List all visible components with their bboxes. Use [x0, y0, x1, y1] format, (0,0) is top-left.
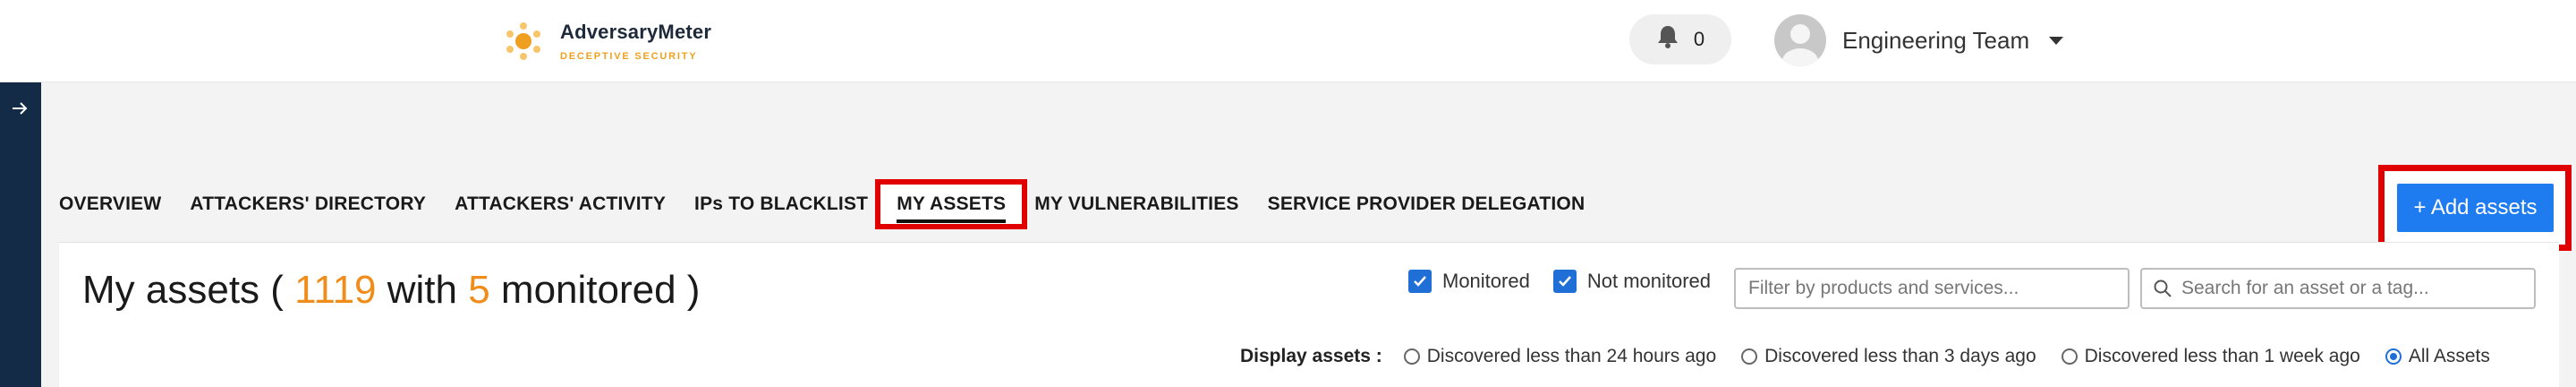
display-assets-filter: Display assets : Discovered less than 24…: [1240, 341, 2490, 372]
logo-mark-icon: [499, 17, 548, 65]
avatar-icon: [1774, 14, 1826, 66]
tab-overview[interactable]: OVERVIEW: [59, 194, 161, 215]
user-name: Engineering Team: [1842, 26, 2030, 54]
brand-tagline: DECEPTIVE SECURITY: [560, 51, 698, 62]
notifications-button[interactable]: 0: [1629, 14, 1731, 64]
tab-my-assets-label: MY ASSETS: [897, 194, 1007, 223]
radio-all-assets[interactable]: All Assets: [2385, 346, 2490, 367]
radio-label: All Assets: [2408, 346, 2490, 366]
radio-label: Discovered less than 1 week ago: [2084, 346, 2360, 366]
products-filter-input[interactable]: Filter by products and services...: [1734, 268, 2130, 309]
not-monitored-label: Not monitored: [1586, 270, 1712, 292]
radio-1-week[interactable]: Discovered less than 1 week ago: [2061, 346, 2360, 367]
radio-button: [1403, 348, 1420, 365]
check-icon: [1414, 276, 1426, 287]
monitored-checkbox[interactable]: [1408, 270, 1432, 293]
title-with: with: [376, 268, 469, 312]
side-rail: [0, 82, 41, 387]
radio-button-selected: [2385, 348, 2402, 365]
add-assets-highlight: + Add assets: [2378, 165, 2572, 251]
brand-name: AdversaryMeter: [560, 21, 712, 43]
bell-icon: [1656, 24, 1679, 55]
radio-24-hours[interactable]: Discovered less than 24 hours ago: [1403, 346, 1717, 367]
tab-attackers-activity[interactable]: ATTACKERS' ACTIVITY: [455, 194, 666, 215]
check-icon: [1558, 276, 1571, 287]
add-assets-button[interactable]: + Add assets: [2397, 184, 2554, 232]
total-assets-count: 1119: [294, 268, 377, 312]
notifications-count: 0: [1693, 28, 1705, 50]
tab-service-provider-delegation[interactable]: SERVICE PROVIDER DELEGATION: [1268, 194, 1586, 215]
monitored-label: Monitored: [1442, 270, 1530, 292]
title-suffix: monitored ): [489, 268, 701, 312]
monitored-count: 5: [468, 268, 490, 312]
monitoring-filters: Monitored Not monitored: [1408, 270, 1723, 293]
radio-label: Discovered less than 24 hours ago: [1426, 346, 1717, 366]
chevron-down-icon: [2049, 36, 2064, 45]
radio-button: [1741, 348, 1758, 365]
radio-button: [2061, 348, 2078, 365]
not-monitored-checkbox[interactable]: [1552, 270, 1577, 293]
tab-my-assets[interactable]: MY ASSETS: [875, 179, 1028, 229]
tab-attackers-directory[interactable]: ATTACKERS' DIRECTORY: [190, 194, 426, 215]
main-tabs: OVERVIEW ATTACKERS' DIRECTORY ATTACKERS'…: [59, 179, 1613, 229]
search-icon: [2154, 280, 2172, 297]
assets-panel: My assets ( 1119 with 5 monitored ) Moni…: [59, 242, 2559, 387]
asset-search-input[interactable]: Search for an asset or a tag...: [2140, 268, 2536, 309]
radio-label: Discovered less than 3 days ago: [1764, 346, 2036, 366]
brand-logo[interactable]: AdversaryMeter DECEPTIVE SECURITY: [499, 16, 711, 66]
expand-arrow-icon[interactable]: [9, 97, 32, 120]
page-title: My assets ( 1119 with 5 monitored ): [82, 268, 700, 313]
display-assets-label: Display assets :: [1240, 346, 1382, 366]
radio-3-days[interactable]: Discovered less than 3 days ago: [1741, 346, 2036, 367]
top-bar: AdversaryMeter DECEPTIVE SECURITY 0 Engi…: [0, 0, 2576, 82]
tab-ips-to-blacklist[interactable]: IPs TO BLACKLIST: [694, 194, 868, 215]
title-prefix: My assets (: [82, 268, 295, 312]
tab-my-vulnerabilities[interactable]: MY VULNERABILITIES: [1034, 194, 1238, 215]
search-placeholder: Search for an asset or a tag...: [2181, 278, 2429, 298]
user-menu[interactable]: Engineering Team: [1774, 13, 2064, 67]
